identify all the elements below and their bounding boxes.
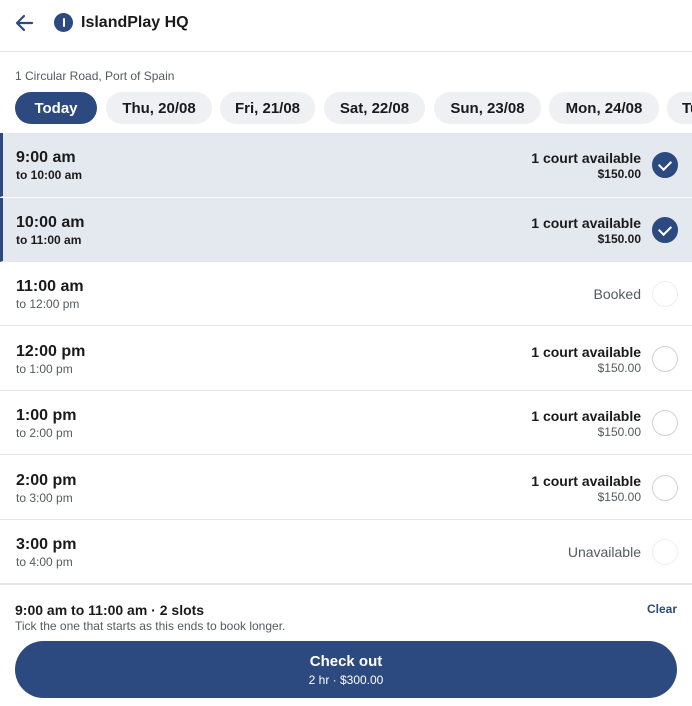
clear-button[interactable]: Clear — [647, 602, 677, 616]
slot-price: $150.00 — [597, 490, 641, 504]
slot-price: $150.00 — [597, 425, 641, 439]
slot-start-time: 11:00 am — [16, 278, 84, 295]
date-chip[interactable]: Sun, 23/08 — [434, 92, 541, 124]
slot-checkbox — [652, 539, 678, 565]
date-chip[interactable]: Sat, 22/08 — [324, 92, 425, 124]
time-slot-row[interactable]: 10:00 am to 11:00 am 1 court available $… — [0, 198, 692, 262]
slot-end-time: to 2:00 pm — [16, 426, 73, 440]
selection-summary: 9:00 am to 11:00 am · 2 slots — [15, 602, 205, 618]
time-slot-row[interactable]: 12:00 pm to 1:00 pm 1 court available $1… — [0, 327, 692, 391]
date-chip-today[interactable]: Today — [15, 92, 97, 124]
arrow-left-icon — [15, 14, 34, 32]
slot-checkbox[interactable] — [652, 475, 678, 501]
slot-end-time: to 11:00 am — [16, 233, 82, 247]
venue-badge-icon — [54, 13, 73, 32]
selection-hint: Tick the one that starts as this ends to… — [15, 619, 286, 633]
slot-end-time: to 1:00 pm — [16, 362, 73, 376]
slot-start-time: 3:00 pm — [16, 536, 77, 553]
slot-price: $150.00 — [597, 361, 641, 375]
slot-checkbox[interactable] — [652, 217, 678, 243]
slot-end-time: to 3:00 pm — [16, 491, 73, 505]
checkout-label: Check out — [309, 653, 383, 670]
date-selector: Today Thu, 20/08 Fri, 21/08 Sat, 22/08 S… — [0, 92, 692, 124]
time-slot-row[interactable]: 1:00 pm to 2:00 pm 1 court available $15… — [0, 391, 692, 455]
slot-end-time: to 12:00 pm — [16, 297, 80, 311]
slot-status: Unavailable — [567, 544, 641, 560]
date-chip[interactable]: Mon, 24/08 — [549, 92, 659, 124]
back-button[interactable] — [10, 8, 40, 38]
slot-price: $150.00 — [597, 232, 641, 246]
time-slot-row[interactable]: 2:00 pm to 3:00 pm 1 court available $15… — [0, 456, 692, 520]
venue-address: 1 Circular Road, Port of Spain — [15, 69, 175, 83]
slot-start-time: 2:00 pm — [16, 472, 77, 489]
slot-checkbox[interactable] — [652, 152, 678, 178]
slot-start-time: 9:00 am — [16, 149, 76, 166]
slot-price: $150.00 — [597, 167, 641, 181]
slot-end-time: to 10:00 am — [16, 168, 83, 182]
slot-checkbox — [652, 281, 678, 307]
slot-availability: 1 court available — [531, 215, 641, 231]
date-chip[interactable]: Fri, 21/08 — [220, 92, 315, 124]
slot-status: Booked — [593, 286, 641, 302]
slot-availability: 1 court available — [531, 473, 641, 489]
slot-start-time: 1:00 pm — [16, 407, 77, 424]
slot-availability: 1 court available — [531, 344, 641, 360]
slot-start-time: 12:00 pm — [16, 343, 86, 360]
slot-availability: 1 court available — [531, 150, 641, 166]
venue-title: IslandPlay HQ — [81, 14, 189, 31]
checkout-button[interactable]: Check out 2 hr · $300.00 — [15, 641, 677, 698]
slot-start-time: 10:00 am — [16, 214, 85, 231]
time-slot-row: 3:00 pm to 4:00 pm Unavailable — [0, 520, 692, 584]
slot-checkbox[interactable] — [652, 410, 678, 436]
checkout-total: 2 hr · $300.00 — [308, 673, 384, 687]
slot-end-time: to 4:00 pm — [16, 555, 73, 569]
time-slot-row: 11:00 am to 12:00 pm Booked — [0, 262, 692, 326]
date-chip[interactable]: Tue, 25/08 — [667, 92, 692, 124]
time-slot-row[interactable]: 9:00 am to 10:00 am 1 court available $1… — [0, 133, 692, 197]
date-chip[interactable]: Thu, 20/08 — [106, 92, 212, 124]
booking-summary: 9:00 am to 11:00 am · 2 slots Tick the o… — [0, 584, 692, 706]
app-header: IslandPlay HQ — [0, 0, 692, 52]
slot-checkbox[interactable] — [652, 346, 678, 372]
slot-availability: 1 court available — [531, 408, 641, 424]
